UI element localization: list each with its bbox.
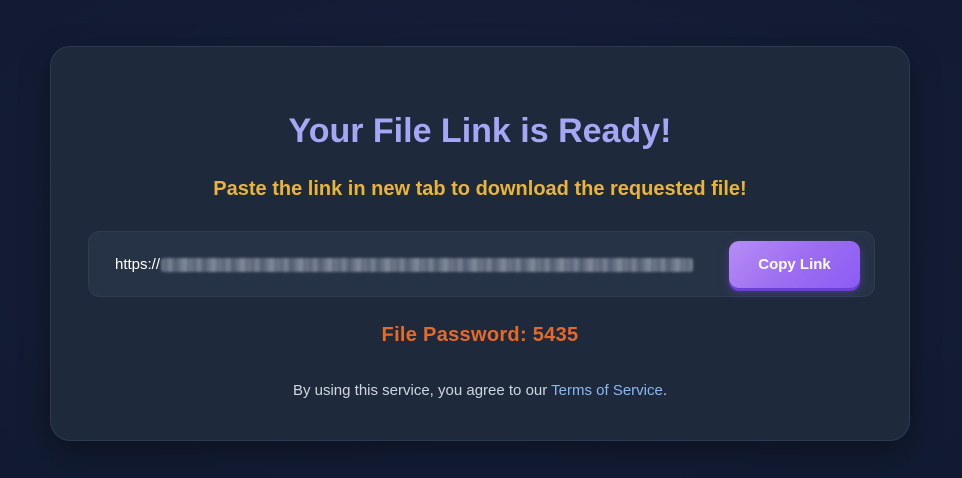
- terms-of-service-link[interactable]: Terms of Service: [551, 382, 663, 399]
- page-title: Your File Link is Ready!: [288, 112, 672, 150]
- page-background: Your File Link is Ready! Paste the link …: [0, 0, 962, 478]
- link-prefix: https://: [115, 256, 161, 273]
- terms-notice-period: .: [662, 382, 668, 399]
- file-link-card: Your File Link is Ready! Paste the link …: [50, 46, 910, 441]
- link-container: https:// Copy Link: [88, 231, 875, 297]
- copy-link-button[interactable]: Copy Link: [729, 241, 860, 288]
- file-link-url[interactable]: https://: [115, 255, 694, 275]
- terms-notice: By using this service, you agree to our …: [51, 381, 909, 401]
- instruction-text: Paste the link in new tab to download th…: [213, 178, 747, 200]
- redacted-link-blur: [161, 258, 694, 273]
- terms-notice-text: By using this service, you agree to our: [292, 382, 552, 399]
- file-password: File Password: 5435: [381, 324, 579, 346]
